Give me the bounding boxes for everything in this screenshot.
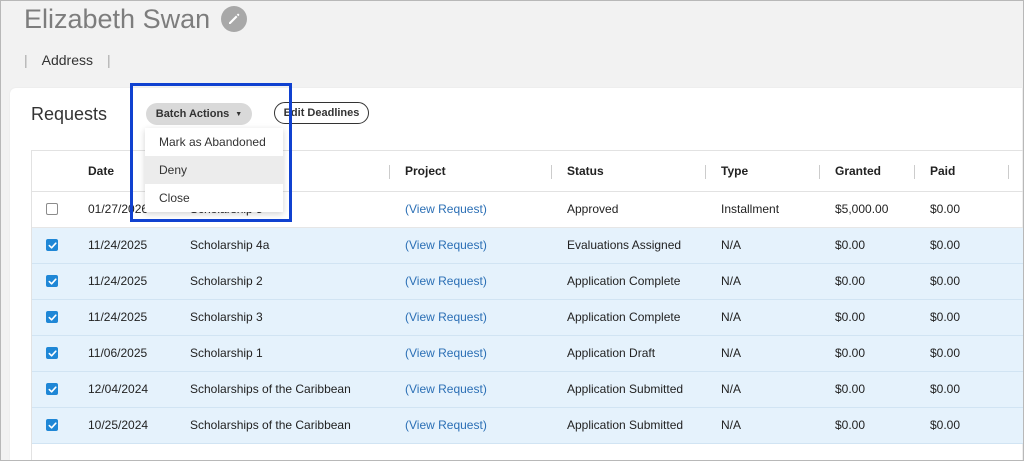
column-header-date[interactable]: Date <box>88 151 114 191</box>
row-checkbox[interactable] <box>46 239 58 251</box>
cell-project[interactable]: (View Request) <box>405 408 487 443</box>
column-divider <box>705 165 706 179</box>
checkmark-icon <box>48 277 57 285</box>
cell-granted: $0.00 <box>835 274 866 288</box>
table-row[interactable]: 11/24/2025 Scholarship 3 (View Request) App… <box>32 300 1023 336</box>
cell-granted: $0.00 <box>835 382 866 396</box>
table-row[interactable]: 11/24/2025 Scholarship 4a (View Request) Ev… <box>32 228 1023 264</box>
cell-paid: $0.00 <box>930 238 961 252</box>
row-checkbox[interactable] <box>46 203 58 215</box>
menu-item-mark-as-abandoned[interactable]: Mark as Abandoned <box>145 128 283 156</box>
cell-project[interactable]: (View Request) <box>405 372 487 407</box>
cell-paid: $0.00 <box>930 202 961 216</box>
menu-item-close[interactable]: Close <box>145 184 283 212</box>
column-divider <box>914 165 915 179</box>
column-divider <box>389 165 390 179</box>
person-name: Elizabeth Swan <box>24 4 211 34</box>
edit-name-button[interactable] <box>221 6 247 32</box>
cell-status: Application Submitted <box>567 382 684 396</box>
column-divider <box>1008 165 1009 179</box>
cell-granted: $0.00 <box>835 310 866 324</box>
cell-status: Application Draft <box>567 346 656 360</box>
cell-name: Scholarships of the Caribbean <box>190 418 351 432</box>
row-checkbox[interactable] <box>46 383 58 395</box>
checkmark-icon <box>48 385 57 393</box>
column-divider <box>551 165 552 179</box>
cell-name: Scholarship 4a <box>190 238 270 252</box>
cell-paid: $0.00 <box>930 310 961 324</box>
cell-date: 01/27/2026 <box>88 202 149 216</box>
profile-subnav: | Address | <box>24 52 111 68</box>
nav-link-address[interactable]: Address <box>42 52 93 68</box>
batch-actions-label: Batch Actions <box>155 108 230 120</box>
batch-actions-menu: Mark as Abandoned Deny Close <box>145 128 283 212</box>
row-checkbox[interactable] <box>46 419 58 431</box>
menu-item-deny[interactable]: Deny <box>145 156 283 184</box>
requests-title: Requests <box>31 104 108 124</box>
cell-status: Approved <box>567 202 619 216</box>
cell-type: N/A <box>721 382 742 396</box>
cell-type: N/A <box>721 310 742 324</box>
cell-paid: $0.00 <box>930 346 961 360</box>
cell-granted: $5,000.00 <box>835 202 889 216</box>
cell-date: 11/06/2025 <box>88 346 148 360</box>
cell-type: N/A <box>721 418 742 432</box>
cell-date: 11/24/2025 <box>88 274 148 288</box>
nav-separator: | <box>24 52 28 68</box>
cell-date: 12/04/2024 <box>88 382 149 396</box>
table-row[interactable]: 11/06/2025 Scholarship 1 (View Request) App… <box>32 336 1023 372</box>
cell-date: 11/24/2025 <box>88 310 148 324</box>
cell-project[interactable]: (View Request) <box>405 228 487 263</box>
cell-status: Application Submitted <box>567 418 684 432</box>
row-checkbox[interactable] <box>46 311 58 323</box>
cell-status: Application Complete <box>567 274 681 288</box>
cell-granted: $0.00 <box>835 418 866 432</box>
pencil-icon <box>229 13 240 24</box>
column-header-project[interactable]: Project <box>405 151 446 191</box>
cell-type: N/A <box>721 274 742 288</box>
cell-granted: $0.00 <box>835 346 866 360</box>
checkmark-icon <box>48 349 57 357</box>
table-row[interactable]: 11/24/2025 Scholarship 2 (View Request) App… <box>32 264 1023 300</box>
row-checkbox[interactable] <box>46 347 58 359</box>
cell-type: N/A <box>721 238 742 252</box>
cell-date: 11/24/2025 <box>88 238 148 252</box>
cell-type: N/A <box>721 346 742 360</box>
cell-date: 10/25/2024 <box>88 418 149 432</box>
cell-status: Application Complete <box>567 310 681 324</box>
edit-deadlines-button[interactable]: Edit Deadlines <box>274 102 369 124</box>
row-checkbox[interactable] <box>46 275 58 287</box>
cell-status: Evaluations Assigned <box>567 238 682 252</box>
cell-type: Installment <box>721 202 780 216</box>
batch-actions-button[interactable]: Batch Actions ▼ <box>146 103 252 125</box>
table-row[interactable]: 12/04/2024 Scholarships of the Caribbean (… <box>32 372 1023 408</box>
checkmark-icon <box>48 241 57 249</box>
column-header-type[interactable]: Type <box>721 151 748 191</box>
cell-name: Scholarship 1 <box>190 346 263 360</box>
checkmark-icon <box>48 421 57 429</box>
cell-paid: $0.00 <box>930 274 961 288</box>
cell-paid: $0.00 <box>930 382 961 396</box>
cell-project[interactable]: (View Request) <box>405 336 487 371</box>
checkmark-icon <box>48 313 57 321</box>
column-divider <box>819 165 820 179</box>
cell-name: Scholarship 3 <box>190 310 263 324</box>
cell-paid: $0.00 <box>930 418 961 432</box>
cell-name: Scholarship 2 <box>190 274 263 288</box>
nav-separator: | <box>107 52 111 68</box>
cell-granted: $0.00 <box>835 238 866 252</box>
cell-project[interactable]: (View Request) <box>405 192 487 227</box>
caret-down-icon: ▼ <box>235 110 243 118</box>
column-header-granted[interactable]: Granted <box>835 151 881 191</box>
table-row[interactable]: 10/25/2024 Scholarships of the Caribbean (… <box>32 408 1023 444</box>
column-header-status[interactable]: Status <box>567 151 604 191</box>
column-header-paid[interactable]: Paid <box>930 151 955 191</box>
cell-project[interactable]: (View Request) <box>405 300 487 335</box>
cell-project[interactable]: (View Request) <box>405 264 487 299</box>
cell-name: Scholarships of the Caribbean <box>190 382 351 396</box>
